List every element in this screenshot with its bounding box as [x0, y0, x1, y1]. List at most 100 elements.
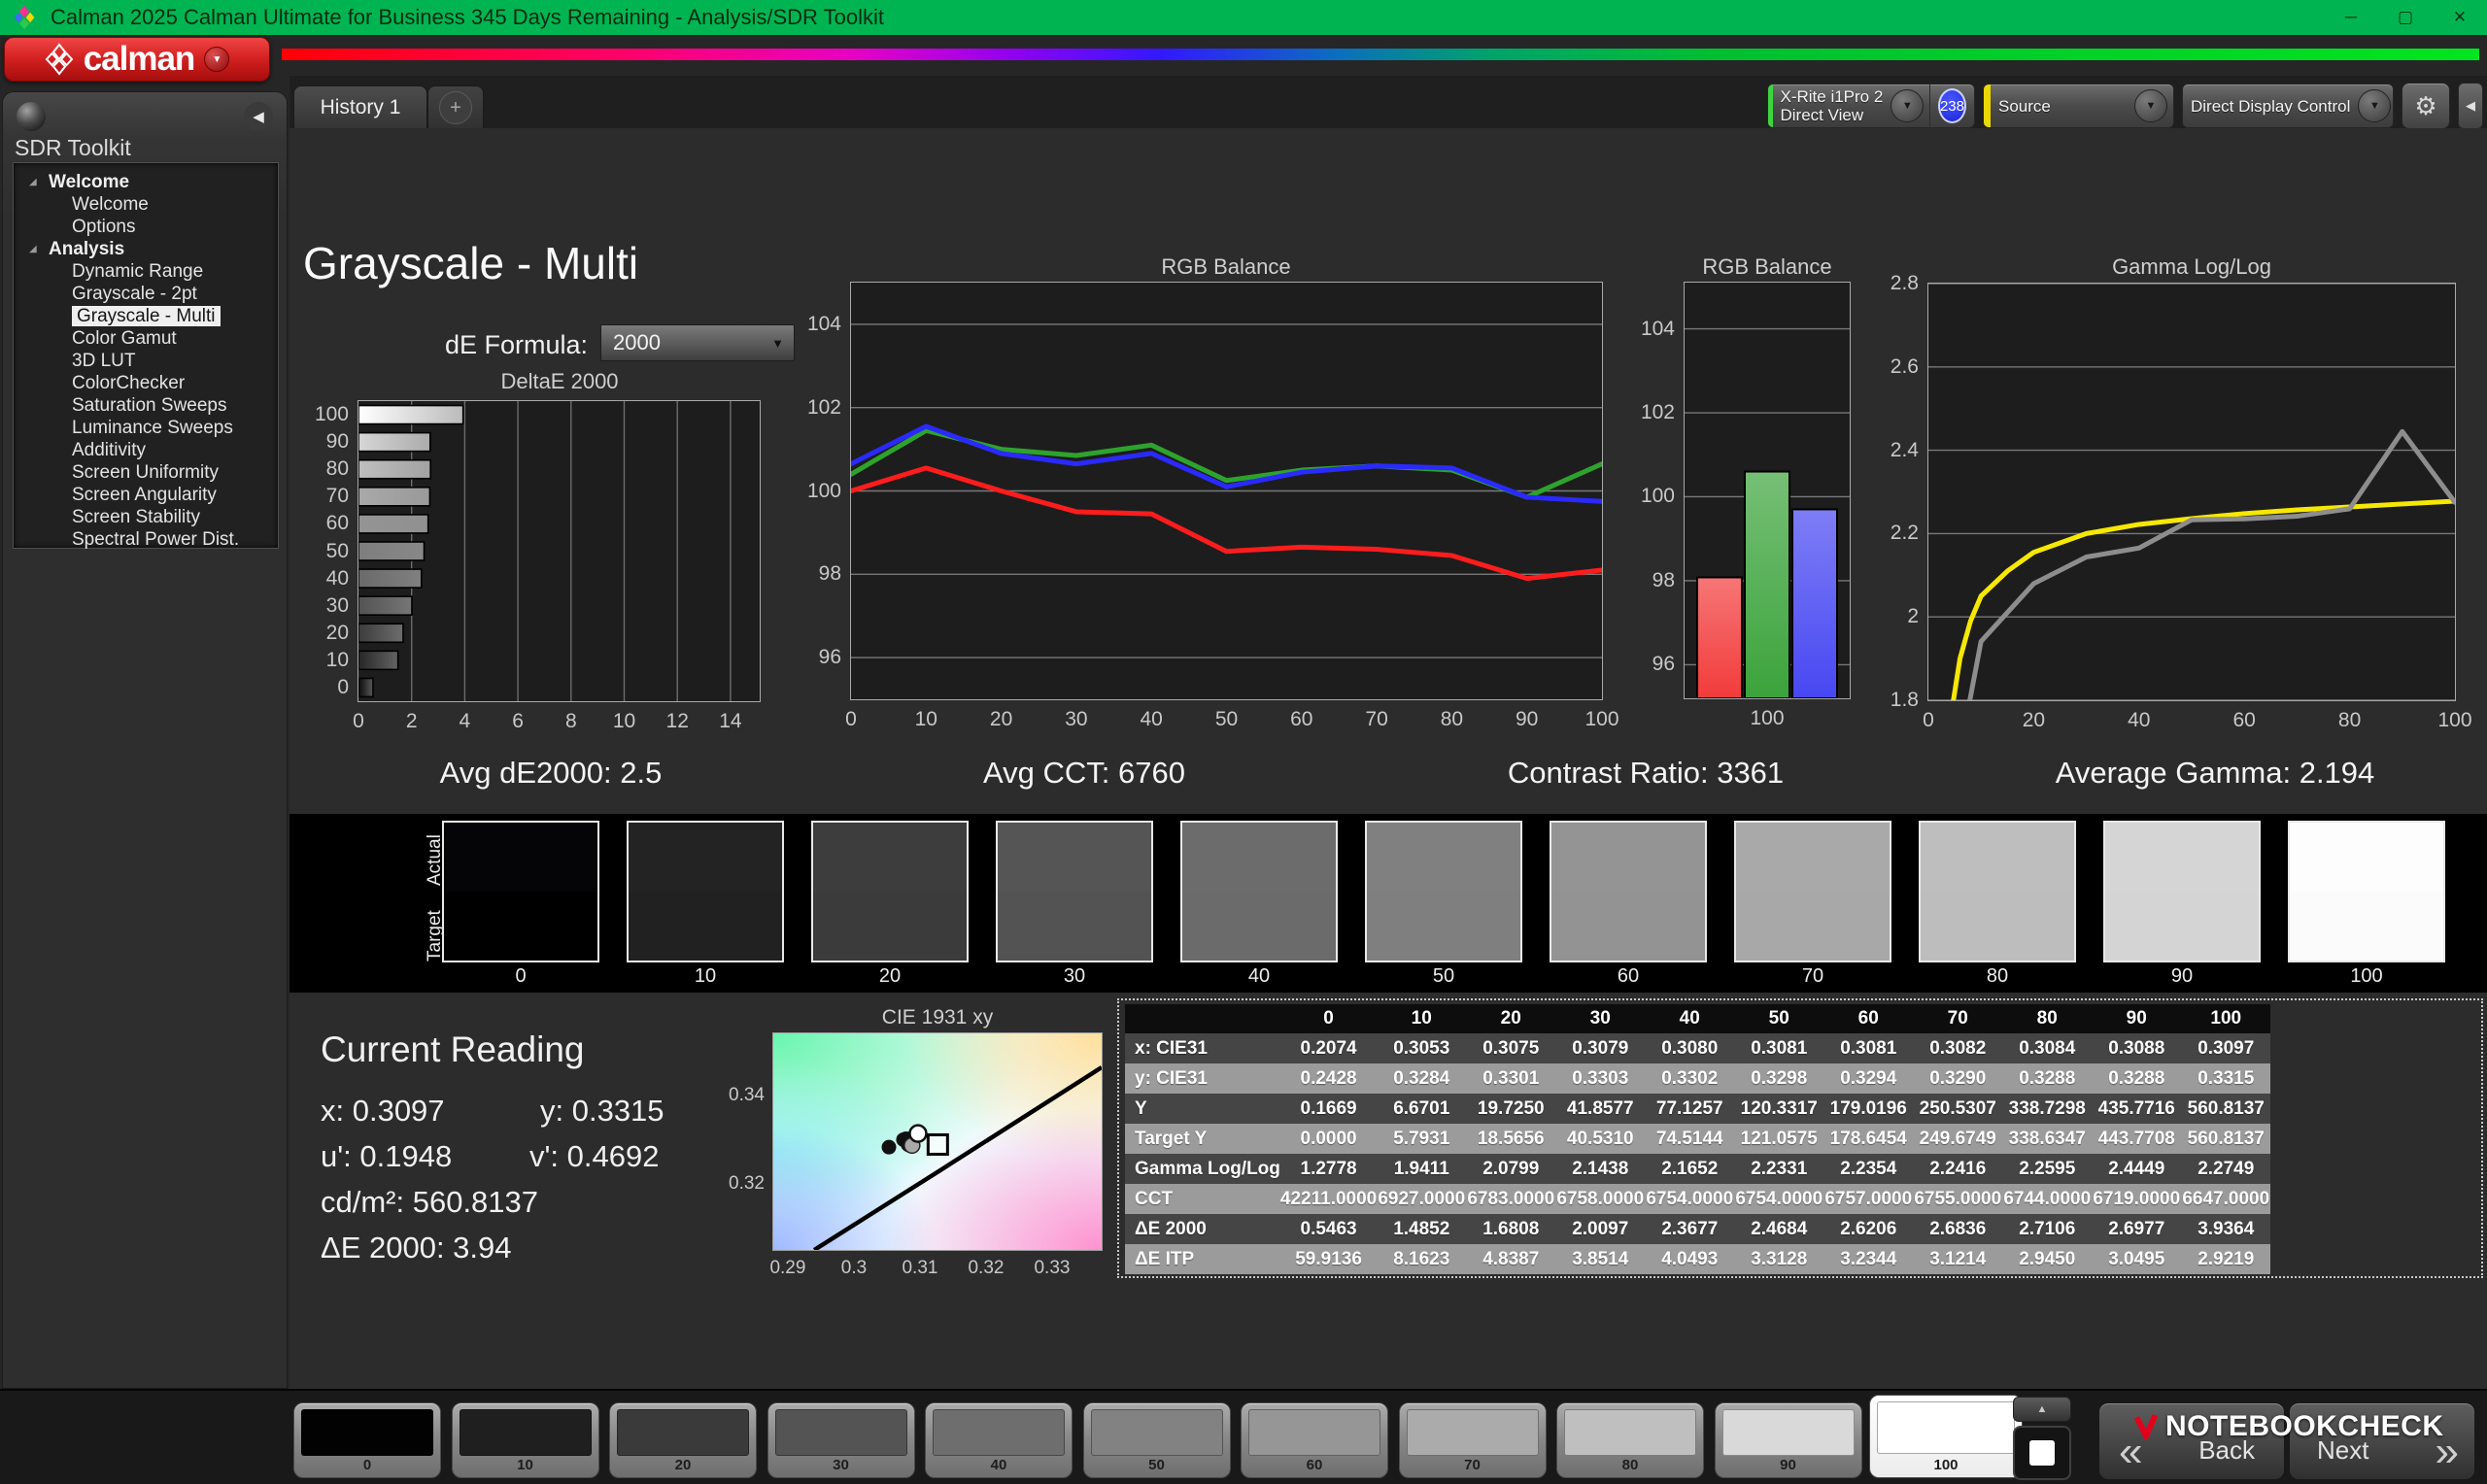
axis-tick-label: 2.6: [1890, 354, 1919, 378]
swatch-level-label: 40: [1247, 965, 1271, 987]
axis-tick-label: 90: [325, 430, 349, 454]
table-cell: 0.3288: [2002, 1063, 2093, 1094]
axis-tick-label: 20: [2022, 709, 2046, 731]
axis-tick-label: 14: [719, 710, 742, 732]
contrast-ratio: Contrast Ratio: 3361: [1507, 756, 1785, 790]
table-cell: 120.3317: [1734, 1094, 1824, 1124]
grayscale-patch-button-100[interactable]: 100: [1869, 1395, 2023, 1478]
table-row-label: Target Y: [1125, 1124, 1280, 1154]
table-cell: 2.2595: [2002, 1154, 2093, 1184]
axis-tick-label: 30: [1065, 708, 1088, 730]
table-cell: 74.5144: [1645, 1124, 1735, 1154]
table-cell: 3.3128: [1734, 1244, 1824, 1274]
swatch-90: [2103, 821, 2261, 962]
grayscale-patch-button-80[interactable]: 80: [1556, 1402, 1704, 1478]
patch-label: 70: [1464, 1457, 1481, 1473]
axis-tick-label: 90: [1516, 708, 1539, 730]
table-cell: 41.8577: [1555, 1094, 1646, 1124]
table-cell: 6927.0000: [1377, 1184, 1467, 1214]
axis-tick-label: 20: [989, 708, 1013, 730]
grayscale-patch-button-10[interactable]: 10: [451, 1402, 599, 1478]
table-cell: 0.3290: [1913, 1063, 2003, 1094]
table-cell: 6754.0000: [1734, 1184, 1824, 1214]
table-cell: 0.3082: [1913, 1033, 2003, 1063]
swatch-actual-color: [813, 823, 967, 892]
swatch-target-color: [1551, 892, 1705, 961]
grayscale-patch-button-50[interactable]: 50: [1082, 1402, 1231, 1478]
patch-label: 90: [1780, 1457, 1796, 1473]
table-cell: 338.6347: [2002, 1124, 2093, 1154]
grayscale-patch-button-0[interactable]: 0: [293, 1402, 441, 1478]
table-row: y: CIE31 0.2428 0.3284 0.3301 0.3303 0.3302 0.…: [1125, 1063, 2271, 1094]
cie-chart-plot: [772, 1032, 1103, 1251]
table-column-header: 50: [1734, 1004, 1824, 1033]
table-cell: 0.3081: [1734, 1033, 1824, 1063]
avg-de2000: Avg dE2000: 2.5: [439, 756, 663, 790]
swatch-40: [1180, 821, 1338, 962]
grayscale-patch-button-70[interactable]: 70: [1398, 1402, 1547, 1478]
axis-tick-label: 40: [2128, 709, 2151, 731]
patch-color: [459, 1409, 592, 1456]
swatch-level-label: 100: [2350, 965, 2383, 987]
table-cell: 0.3084: [2002, 1033, 2093, 1063]
table-cell: 6754.0000: [1645, 1184, 1735, 1214]
table-cell: 1.9411: [1377, 1154, 1467, 1184]
axis-tick-label: 40: [325, 566, 349, 590]
grayscale-patch-button-60[interactable]: 60: [1241, 1402, 1388, 1478]
axis-tick-label: 8: [564, 710, 577, 732]
axis-tick-label: 0: [1923, 709, 1934, 731]
axis-tick-label: 80: [1440, 708, 1464, 730]
table-cell: 0.3288: [2092, 1063, 2182, 1094]
scroll-up-icon[interactable]: ▲: [2013, 1397, 2071, 1422]
watermark-text: NOTEBOOKCHECK: [2165, 1410, 2444, 1442]
axis-tick-label: 96: [1652, 653, 1675, 676]
chart-rgbbar-plot: [1684, 282, 1851, 699]
app-window: Calman 2025 Calman Ultimate for Business…: [0, 0, 2487, 1484]
patch-color: [617, 1409, 749, 1456]
table-cell: 338.7298: [2002, 1094, 2093, 1124]
grayscale-patch-button-90[interactable]: 90: [1714, 1402, 1862, 1478]
table-row-label: ΔE 2000: [1125, 1214, 1280, 1244]
axis-tick-label: 98: [1652, 568, 1675, 591]
table-cell: 2.2749: [2181, 1154, 2271, 1184]
axis-tick-label: 2.8: [1890, 272, 1919, 294]
table-cell: 0.3294: [1823, 1063, 1914, 1094]
axis-tick-label: 60: [1290, 708, 1313, 730]
pattern-window-button[interactable]: [2013, 1426, 2071, 1480]
avg-cct: Avg CCT: 6760: [983, 756, 1185, 790]
table-cell: 560.8137: [2181, 1124, 2271, 1154]
axis-tick-label: 96: [818, 646, 841, 669]
table-cell: 6783.0000: [1466, 1184, 1556, 1214]
table-row-label: y: CIE31: [1125, 1063, 1280, 1094]
measurement-table: 0 10 20 30 40 50 60 70 80 90 100 x: CIE31 0.2074 0.30…: [1119, 1004, 2481, 1274]
swatch-level-label: 80: [1986, 965, 2009, 987]
axis-tick-label: 2: [405, 710, 418, 732]
grayscale-patch-button-20[interactable]: 20: [609, 1402, 757, 1478]
grayscale-patch-button-30[interactable]: 30: [767, 1402, 915, 1478]
reading-luminance: cd/m²: 560.8137: [321, 1185, 539, 1219]
table-cell: 40.5310: [1555, 1124, 1646, 1154]
table-cell: 2.3677: [1645, 1214, 1735, 1244]
swatch-actual-color: [1367, 823, 1520, 892]
table-cell: 0.5463: [1279, 1214, 1378, 1244]
axis-tick-label: 60: [325, 512, 349, 535]
axis-tick-label: 0.32: [968, 1258, 1005, 1278]
table-corner-cell: [1125, 1004, 1280, 1033]
table-row: x: CIE31 0.2074 0.3053 0.3075 0.3079 0.3080 0.…: [1125, 1033, 2271, 1063]
grayscale-patch-button-40[interactable]: 40: [925, 1402, 1073, 1478]
axis-tick-label: 80: [325, 457, 349, 481]
table-row-label: Gamma Log/Log: [1125, 1154, 1280, 1184]
swatch-level-label: 20: [878, 965, 902, 987]
patch-label: 80: [1621, 1457, 1639, 1473]
swatch-actual-color: [1551, 823, 1705, 892]
table-cell: 6.6701: [1377, 1094, 1467, 1124]
swatch-level-label: 60: [1617, 965, 1640, 987]
table-column-header: 10: [1377, 1004, 1467, 1033]
swatch-actual-color: [1736, 823, 1890, 892]
table-cell: 178.6454: [1823, 1124, 1914, 1154]
axis-tick-label: 1.8: [1890, 689, 1919, 711]
axis-tick-label: 0.3: [840, 1258, 868, 1278]
table-cell: 0.1669: [1279, 1094, 1378, 1124]
table-column-header: 100: [2181, 1004, 2271, 1033]
swatch-20: [811, 821, 969, 962]
